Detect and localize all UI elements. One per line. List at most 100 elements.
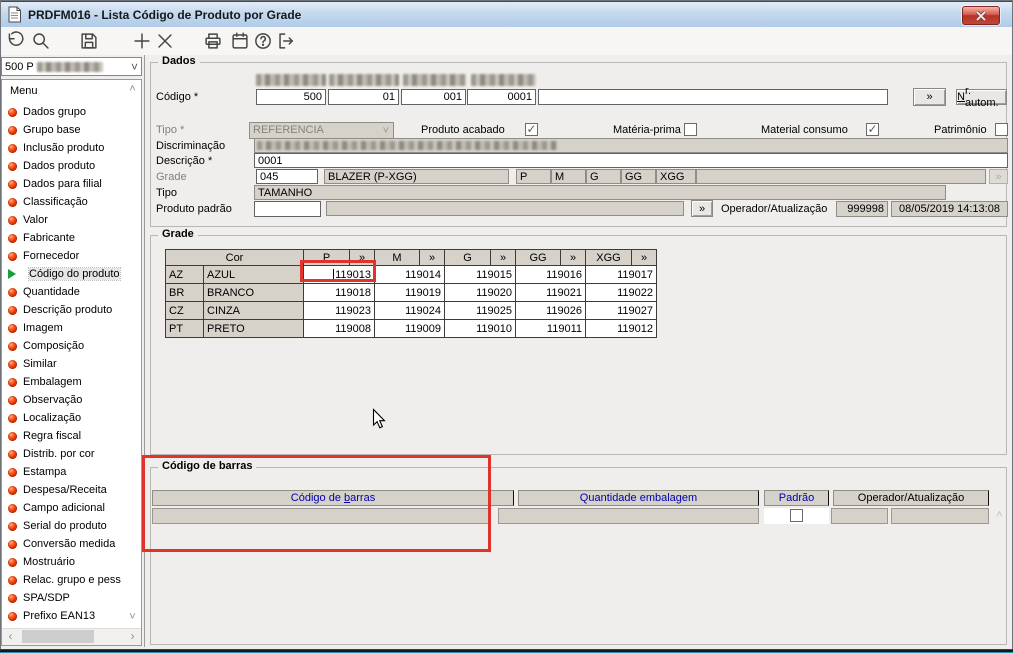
padrao-checkbox[interactable] — [790, 509, 803, 522]
product-code-cell[interactable]: 119027 — [585, 301, 657, 320]
size-header-xgg[interactable]: XGG — [585, 249, 632, 266]
codigo-segment-2-input[interactable]: 01 — [328, 89, 399, 105]
expand-column-button[interactable]: » — [631, 249, 657, 266]
sidebar-item-fornecedor[interactable]: Fornecedor — [6, 248, 79, 264]
sidebar-item-serial-do-produto[interactable]: Serial do produto — [6, 518, 107, 534]
bullet-icon — [8, 503, 17, 513]
product-code-cell[interactable]: 119023 — [303, 301, 375, 320]
close-button[interactable] — [962, 6, 1000, 25]
size-header-gg[interactable]: GG — [515, 249, 561, 266]
codigo-segment-4-input[interactable]: 0001 — [467, 89, 536, 105]
barcode-column-header[interactable]: Código de barras — [152, 490, 514, 506]
delete-button[interactable] — [154, 30, 176, 52]
sidebar-item-imagem[interactable]: Imagem — [6, 320, 63, 336]
product-code-cell[interactable]: 119026 — [515, 301, 586, 320]
size-header-p[interactable]: P — [303, 249, 350, 266]
product-code-cell[interactable]: 119009 — [374, 319, 445, 338]
sidebar-item-dados-grupo[interactable]: Dados grupo — [6, 104, 86, 120]
product-code-cell[interactable]: 119016 — [515, 265, 586, 284]
product-code-cell[interactable]: 119017 — [585, 265, 657, 284]
sidebar-item-despesa-receita[interactable]: Despesa/Receita — [6, 482, 107, 498]
sidebar-item-prefixo-ean13[interactable]: Prefixo EAN13 — [6, 608, 95, 624]
product-code-cell[interactable]: 119024 — [374, 301, 445, 320]
print-button[interactable] — [202, 30, 224, 52]
patrimonio-checkbox[interactable] — [995, 123, 1008, 136]
barcode-empty-cell[interactable] — [152, 508, 489, 524]
scroll-left-icon[interactable]: ‹ — [3, 629, 18, 644]
size-header-g[interactable]: G — [444, 249, 491, 266]
sidebar-item-dados-para-filial[interactable]: Dados para filial — [6, 176, 102, 192]
expand-column-button[interactable]: » — [490, 249, 516, 266]
product-code-cell[interactable]: 119021 — [515, 283, 586, 302]
sidebar-item-codigo-do-produto[interactable]: Código do produto — [6, 266, 121, 282]
expand-column-button[interactable]: » — [349, 249, 375, 266]
product-code-cell[interactable]: 119012 — [585, 319, 657, 338]
expand-column-button[interactable]: » — [560, 249, 586, 266]
produto-acabado-checkbox[interactable]: ✓ — [525, 123, 538, 136]
product-code-cell[interactable]: 119025 — [444, 301, 516, 320]
produto-padrao-lookup-button[interactable]: » — [691, 200, 713, 217]
sidebar-item-spa-sdp[interactable]: SPA/SDP — [6, 590, 70, 606]
product-code-cell[interactable]: 119011 — [515, 319, 586, 338]
quantity-empty-cell[interactable] — [498, 508, 759, 524]
sidebar-item-quantidade[interactable]: Quantidade — [6, 284, 80, 300]
material-consumo-checkbox[interactable]: ✓ — [866, 123, 879, 136]
sidebar-item-dados-produto[interactable]: Dados produto — [6, 158, 95, 174]
sidebar-item-observacao[interactable]: Observação — [6, 392, 82, 408]
sidebar-item-composicao[interactable]: Composição — [6, 338, 84, 354]
help-button[interactable] — [252, 30, 274, 52]
sidebar-item-mostruario[interactable]: Mostruário — [6, 554, 75, 570]
sidebar-item-classificacao[interactable]: Classificação — [6, 194, 88, 210]
codigo-descricao-input[interactable] — [538, 89, 888, 105]
sidebar-item-localizacao[interactable]: Localização — [6, 410, 81, 426]
barcode-scroll-up[interactable]: ˄ — [993, 508, 1006, 522]
sidebar-item-conversao-medida[interactable]: Conversão medida — [6, 536, 115, 552]
sidebar-item-similar[interactable]: Similar — [6, 356, 57, 372]
menu-horizontal-scrollbar[interactable]: ‹ › — [2, 628, 141, 645]
descricao-input[interactable]: 0001 — [254, 153, 1008, 168]
sidebar-item-relac-grupo-e-pessoa[interactable]: Relac. grupo e pess — [6, 572, 121, 588]
codigo-segment-1-input[interactable]: 500 — [256, 89, 326, 105]
product-code-cell[interactable]: 119015 — [444, 265, 516, 284]
sidebar-item-campo-adicional[interactable]: Campo adicional — [6, 500, 105, 516]
product-code-cell[interactable]: 119019 — [374, 283, 445, 302]
sidebar-item-descricao-produto[interactable]: Descrição produto — [6, 302, 112, 318]
grade-code-input[interactable]: 045 — [256, 169, 318, 184]
materia-prima-checkbox[interactable] — [684, 123, 697, 136]
sidebar-item-embalagem[interactable]: Embalagem — [6, 374, 82, 390]
search-button[interactable] — [30, 30, 52, 52]
sidebar-item-valor[interactable]: Valor — [6, 212, 48, 228]
sidebar-item-distrib-por-cor[interactable]: Distrib. por cor — [6, 446, 95, 462]
group-selector-dropdown[interactable]: 500 P ˅ — [1, 57, 142, 76]
product-code-cell[interactable]: 119020 — [444, 283, 516, 302]
product-code-cell-focused[interactable]: 119013 — [303, 265, 375, 284]
expand-column-button[interactable]: » — [419, 249, 445, 266]
add-button[interactable] — [131, 30, 153, 52]
codigo-lookup-button[interactable]: » — [913, 88, 946, 106]
undo-button[interactable] — [5, 30, 27, 52]
sidebar-item-grupo-base[interactable]: Grupo base — [6, 122, 80, 138]
sidebar-item-regra-fiscal[interactable]: Regra fiscal — [6, 428, 81, 444]
quantity-column-header[interactable]: Quantidade embalagem — [518, 490, 759, 506]
product-code-cell[interactable]: 119022 — [585, 283, 657, 302]
menu-scroll-down[interactable]: ˅ — [126, 611, 139, 624]
product-code-cell[interactable]: 119010 — [444, 319, 516, 338]
scrollbar-thumb[interactable] — [22, 630, 94, 643]
scroll-right-icon[interactable]: › — [125, 629, 140, 644]
exit-button[interactable] — [275, 30, 297, 52]
codigo-segment-3-input[interactable]: 001 — [401, 89, 466, 105]
menu-scroll-up[interactable]: ˄ — [126, 83, 139, 96]
sidebar-item-inclusao-produto[interactable]: Inclusão produto — [6, 140, 104, 156]
product-code-cell[interactable]: 119008 — [303, 319, 375, 338]
size-header-m[interactable]: M — [374, 249, 420, 266]
sidebar-item-fabricante[interactable]: Fabricante — [6, 230, 75, 246]
sidebar-item-estampa[interactable]: Estampa — [6, 464, 66, 480]
product-code-cell[interactable]: 119014 — [374, 265, 445, 284]
calendar-button[interactable] — [229, 30, 251, 52]
produto-padrao-code-input[interactable] — [254, 201, 321, 217]
product-code-cell[interactable]: 119018 — [303, 283, 375, 302]
nr-autom-button[interactable]: Nr. autom. — [956, 85, 1007, 109]
tipo-dropdown[interactable]: REFERENCIA ˅ — [249, 122, 394, 139]
save-button[interactable] — [78, 30, 100, 52]
padrao-column-header[interactable]: Padrão — [764, 490, 829, 506]
